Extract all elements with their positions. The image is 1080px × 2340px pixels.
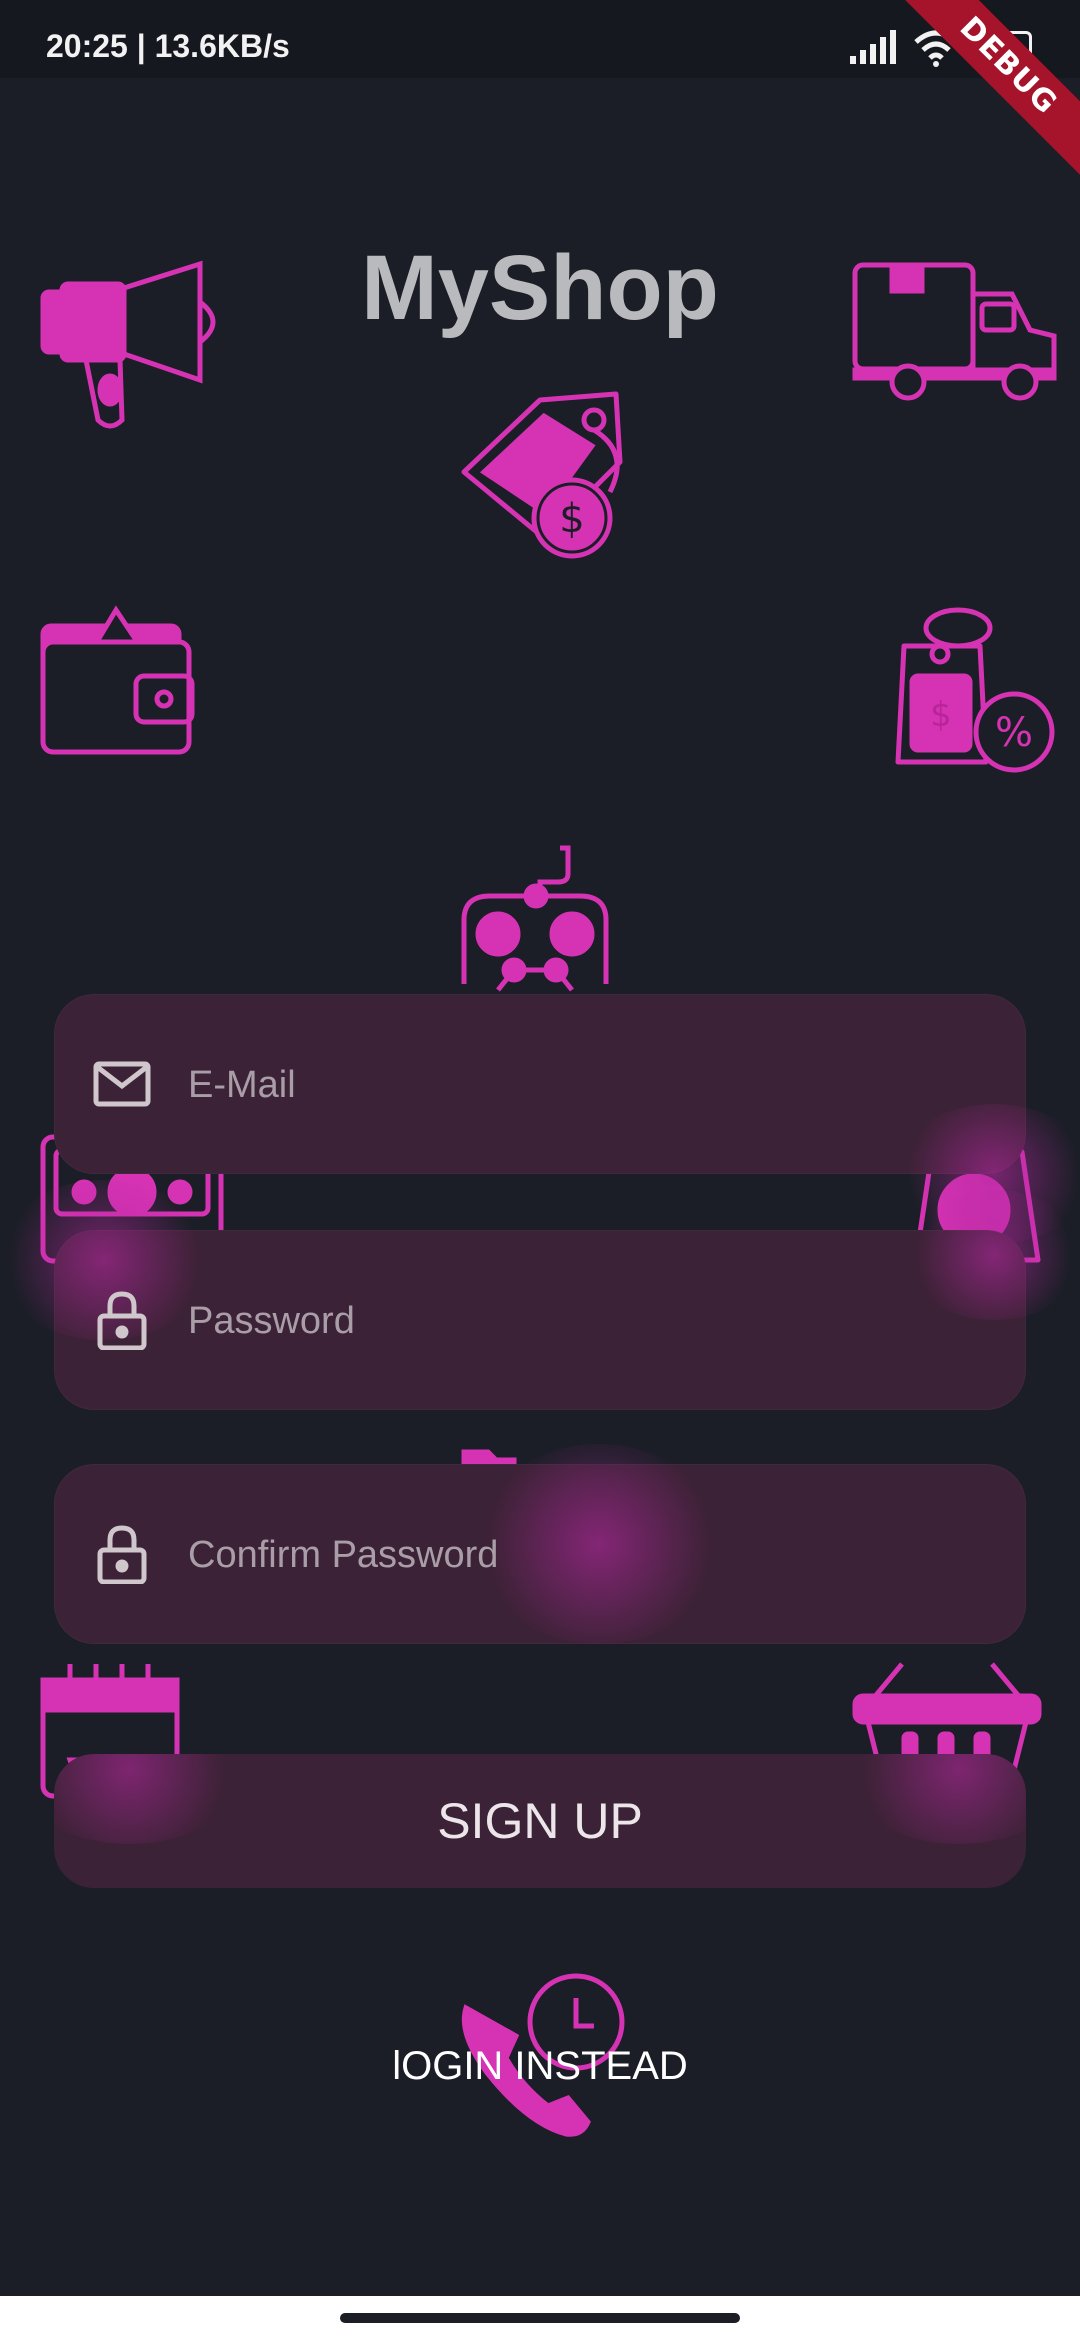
signal-icon (850, 30, 896, 64)
lock-icon (97, 1291, 147, 1350)
login-instead-link[interactable]: lOGIN INSTEAD (0, 2044, 1080, 2089)
password-input[interactable] (186, 1286, 970, 1356)
signup-button[interactable]: SIGN UP (54, 1754, 1026, 1888)
mail-icon (93, 1061, 151, 1107)
email-input[interactable] (186, 1050, 970, 1120)
home-indicator[interactable] (340, 2313, 740, 2323)
status-time: 20:25 | 13.6KB/s (46, 28, 290, 64)
button-glow (844, 1754, 1026, 1844)
confirm-password-input[interactable] (186, 1520, 970, 1590)
price-tag-dollar-icon: $ (460, 391, 636, 562)
wallet-icon (40, 605, 196, 758)
password-field-container[interactable] (0, 1180, 1080, 1410)
confirm-password-field-container[interactable] (54, 1444, 1026, 1644)
button-glow (54, 1754, 244, 1844)
game-controller-icon (460, 844, 610, 994)
svg-text:%: % (995, 710, 1033, 756)
svg-text:$: $ (930, 695, 952, 735)
email-field-container[interactable] (54, 994, 1080, 1244)
discount-tag-icon: $ % (890, 606, 1058, 773)
app-title: MyShop (361, 237, 719, 339)
signup-label: SIGN UP (437, 1793, 643, 1849)
lock-icon (97, 1525, 147, 1584)
svg-text:$: $ (559, 496, 584, 542)
